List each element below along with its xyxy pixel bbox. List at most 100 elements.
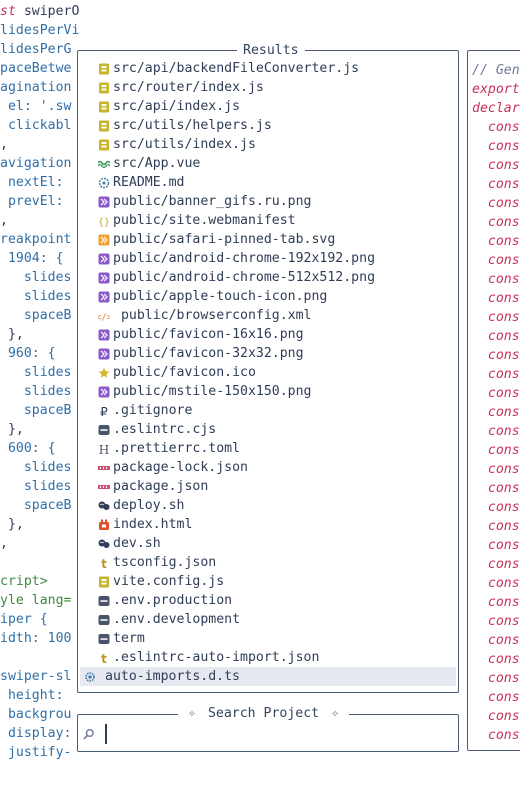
preview-line: cons <box>472 652 520 667</box>
result-item-label: term <box>113 631 145 646</box>
result-item[interactable]: public/android-chrome-512x512.png <box>80 268 456 287</box>
search-input[interactable] <box>102 722 442 744</box>
result-item[interactable]: {} public/site.webmanifest <box>80 211 456 230</box>
result-item[interactable]: .env.production <box>80 591 456 610</box>
code-line: }, <box>0 327 24 342</box>
result-item[interactable]: public/banner_gifs.ru.png <box>80 192 456 211</box>
preview-line: cons <box>472 519 520 534</box>
result-item[interactable]: index.html <box>80 515 456 534</box>
result-item[interactable]: package-lock.json <box>80 458 456 477</box>
search-icon <box>83 729 94 740</box>
result-item[interactable]: t tsconfig.json <box>80 553 456 572</box>
text-caret <box>105 724 107 744</box>
result-item-label: public/favicon.ico <box>113 365 256 380</box>
result-item-label: src/utils/helpers.js <box>113 118 272 133</box>
code-line: prevEl: <box>0 194 64 209</box>
code-line: slides <box>0 289 72 304</box>
results-panel: Results src/api/backendFileConverter.js s… <box>77 41 459 693</box>
result-item-label: public/android-chrome-512x512.png <box>113 270 376 285</box>
image-file-icon <box>98 385 110 398</box>
code-line: slides <box>0 384 72 399</box>
npm-file-icon <box>98 461 110 473</box>
code-line: spaceB <box>0 403 72 418</box>
result-item[interactable]: deploy.sh <box>80 496 456 515</box>
editor-code-background: st swiperOption = {lidesPerView: 2, lides… <box>0 0 80 793</box>
git-file-icon: ₽ <box>98 404 110 419</box>
preview-line: cons <box>472 481 520 496</box>
result-item[interactable]: public/favicon-32x32.png <box>80 344 456 363</box>
result-item-label: .prettierrc.toml <box>113 441 241 456</box>
result-item[interactable]: .env.development <box>80 610 456 629</box>
result-item-label: public/site.webmanifest <box>113 213 296 228</box>
npm-file-icon <box>98 480 110 492</box>
ts-config-icon: t <box>98 556 110 571</box>
preview-line: cons <box>472 234 520 249</box>
search-title-label: Search Project <box>207 706 320 721</box>
preview-line: cons <box>472 386 520 401</box>
code-line: cript> <box>0 574 48 589</box>
prettier-file-icon: H <box>98 442 110 457</box>
code-line: backgrou <box>0 707 72 722</box>
result-item-label: public/favicon-32x32.png <box>113 346 304 361</box>
preview-line: cons <box>472 633 520 648</box>
result-item-label: src/utils/index.js <box>113 137 256 152</box>
result-item-label: index.html <box>113 517 193 532</box>
result-item[interactable]: package.json <box>80 477 456 496</box>
preview-line: // Gen <box>472 63 520 78</box>
svg-text:t: t <box>101 652 107 664</box>
result-item[interactable]: public/safari-pinned-tab.svg <box>80 230 456 249</box>
preview-line: cons <box>472 367 520 382</box>
result-item[interactable]: public/android-chrome-192x192.png <box>80 249 456 268</box>
result-item[interactable]: public/mstile-150x150.png <box>80 382 456 401</box>
result-item[interactable]: dev.sh <box>80 534 456 553</box>
preview-line: cons <box>472 557 520 572</box>
result-item[interactable]: auto-imports.d.ts <box>80 667 456 686</box>
preview-line: export <box>472 82 520 97</box>
js-file-icon <box>98 575 110 588</box>
preview-line: cons <box>472 690 520 705</box>
result-item-label: public/banner_gifs.ru.png <box>113 194 312 209</box>
code-line: idth: 100 <box>0 631 72 646</box>
result-item[interactable]: </> public/browserconfig.xml <box>80 306 456 325</box>
result-item[interactable]: src/utils/helpers.js <box>80 116 456 135</box>
result-item[interactable]: t .eslintrc-auto-import.json <box>80 648 456 667</box>
preview-line: cons <box>472 538 520 553</box>
preview-line: cons <box>472 158 520 173</box>
config-file-icon <box>98 613 110 625</box>
svg-text:{}: {} <box>98 217 110 227</box>
code-line: lidesPerG <box>0 42 72 57</box>
result-item[interactable]: src/api/index.js <box>80 97 456 116</box>
preview-line: cons <box>472 462 520 477</box>
ts-config-icon: t <box>98 651 110 666</box>
result-item[interactable]: H .prettierrc.toml <box>80 439 456 458</box>
svg-text:t: t <box>101 557 107 569</box>
result-item[interactable]: vite.config.js <box>80 572 456 591</box>
preview-line: cons <box>472 576 520 591</box>
result-item[interactable]: src/api/backendFileConverter.js <box>80 59 456 78</box>
result-item[interactable]: public/favicon-16x16.png <box>80 325 456 344</box>
preview-line: cons <box>472 745 520 750</box>
code-line: nextEl: <box>0 175 64 190</box>
result-item-label: .gitignore <box>113 403 193 418</box>
result-item[interactable]: .eslintrc.cjs <box>80 420 456 439</box>
result-item[interactable]: src/utils/index.js <box>80 135 456 154</box>
code-line: st swiperOption = { <box>0 4 80 19</box>
result-item[interactable]: ₽ .gitignore <box>80 401 456 420</box>
result-item-label: public/mstile-150x150.png <box>113 384 312 399</box>
result-item[interactable]: public/favicon.ico <box>80 363 456 382</box>
result-item-label: README.md <box>113 175 185 190</box>
preview-line: cons <box>472 272 520 287</box>
result-item[interactable]: term <box>80 629 456 648</box>
shell-file-icon <box>98 499 110 511</box>
result-item[interactable]: public/apple-touch-icon.png <box>80 287 456 306</box>
result-item[interactable]: src/router/index.js <box>80 78 456 97</box>
config-file-icon <box>98 594 110 606</box>
code-line: slides <box>0 365 72 380</box>
image-file-icon <box>98 195 110 208</box>
result-item-label: public/favicon-16x16.png <box>113 327 304 342</box>
result-item[interactable]: README.md <box>80 173 456 192</box>
preview-line: cons <box>472 728 520 743</box>
result-item[interactable]: src/App.vue <box>80 154 456 173</box>
result-item-label: tsconfig.json <box>113 555 217 570</box>
shell-file-icon <box>98 537 110 549</box>
